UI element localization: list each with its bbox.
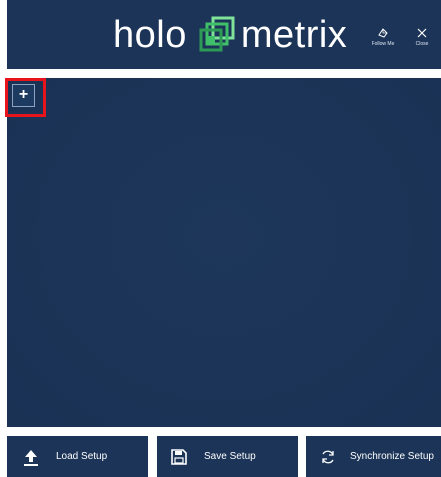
sync-icon (322, 450, 334, 463)
synchronize-setup-button[interactable]: Synchronize Setup (306, 436, 441, 477)
load-setup-button[interactable]: Load Setup (7, 436, 148, 477)
close-label: Close (415, 41, 429, 47)
close-button[interactable]: Close (405, 27, 439, 61)
follow-me-icon (378, 28, 388, 38)
header-bar: holo metrix Follow Me Close (7, 0, 441, 69)
load-setup-label: Load Setup (56, 451, 108, 462)
main-canvas: + (7, 78, 441, 427)
brand-text-right: metrix (240, 14, 348, 56)
save-setup-button[interactable]: Save Setup (157, 436, 298, 477)
upload-icon (24, 449, 38, 466)
follow-me-button[interactable]: Follow Me (366, 27, 400, 61)
app-window: holo metrix Follow Me Close + Load Setup… (0, 0, 441, 477)
brand: holo metrix (113, 14, 347, 56)
synchronize-setup-label: Synchronize Setup (350, 451, 434, 462)
save-setup-label: Save Setup (204, 451, 256, 462)
save-icon (171, 448, 187, 465)
holometrix-logo-icon (199, 16, 235, 52)
brand-text-left: holo (113, 14, 187, 56)
add-button[interactable]: + (12, 84, 35, 107)
follow-me-label: Follow Me (371, 41, 395, 47)
close-icon (417, 28, 427, 38)
